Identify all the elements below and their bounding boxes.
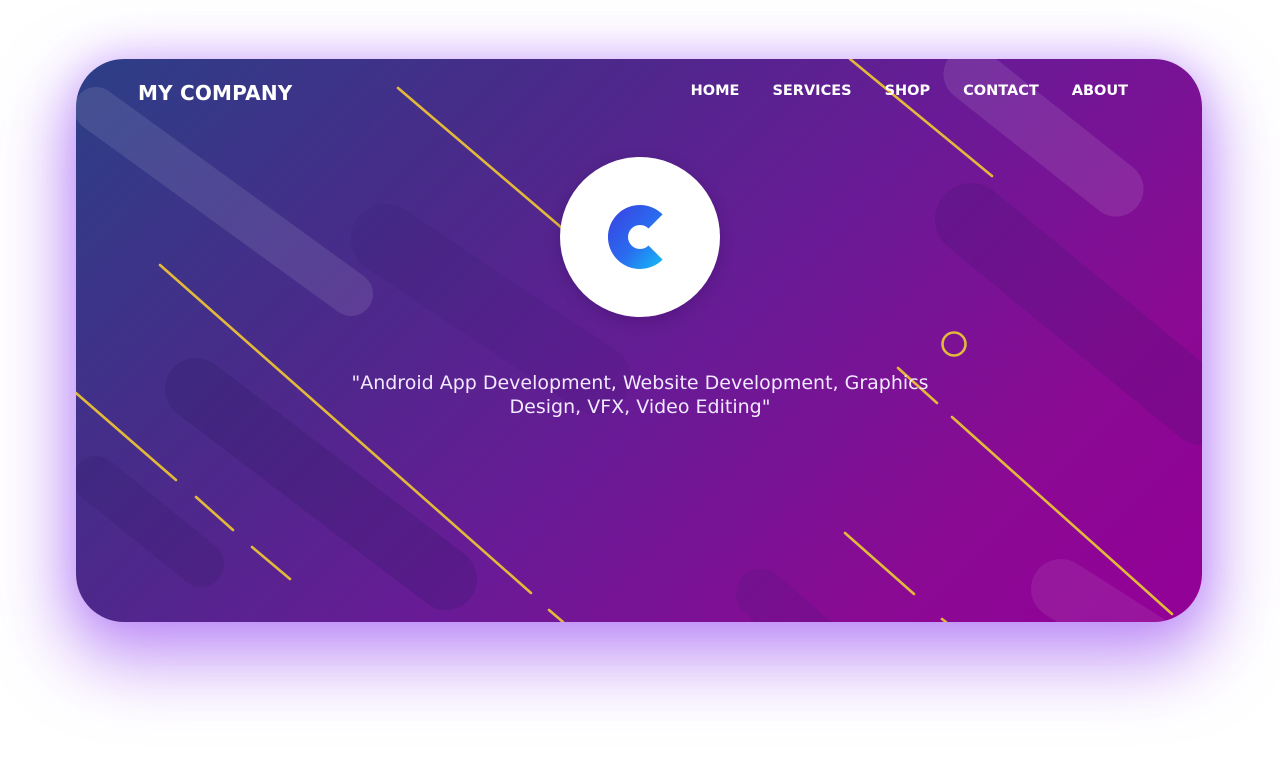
accent-line [396, 86, 578, 242]
decor-pill [76, 87, 373, 316]
letter-c-logo-icon [607, 205, 663, 269]
decor-pill [1031, 559, 1169, 622]
nav-item-shop[interactable]: SHOP [885, 83, 931, 99]
decor-pill [76, 456, 224, 587]
background-decoration [76, 59, 1202, 622]
hero-banner: MY COMPANY HOME SERVICES SHOP CONTACT AB… [76, 59, 1202, 622]
page: MY COMPANY HOME SERVICES SHOP CONTACT AB… [0, 0, 1280, 783]
brand-logo-text[interactable]: MY COMPANY [138, 81, 292, 105]
nav-item-about[interactable]: ABOUT [1072, 83, 1128, 99]
accent-line [843, 531, 916, 596]
main-nav: HOME SERVICES SHOP CONTACT ABOUT [691, 83, 1128, 99]
accent-line [250, 545, 292, 581]
accent-line [194, 495, 235, 532]
nav-item-contact[interactable]: CONTACT [963, 83, 1039, 99]
accent-line [547, 608, 565, 622]
decor-pill [736, 569, 832, 622]
decor-pill [935, 183, 1202, 445]
nav-item-home[interactable]: HOME [691, 83, 740, 99]
nav-item-services[interactable]: SERVICES [772, 83, 851, 99]
accent-line [940, 617, 948, 622]
accent-ring [941, 331, 967, 357]
company-logo-badge [560, 157, 720, 317]
services-tagline: "Android App Development, Website Develo… [351, 372, 929, 418]
